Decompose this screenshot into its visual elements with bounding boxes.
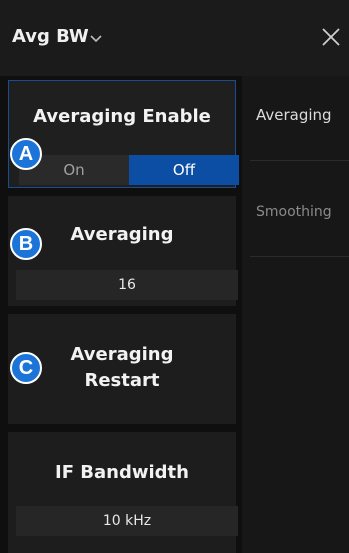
if-bandwidth-value[interactable]: 10 kHz: [16, 506, 238, 536]
averaging-restart-softkey[interactable]: Averaging Restart: [8, 314, 236, 424]
callout-badge-c: C: [10, 352, 42, 384]
panel-title: Avg BW: [12, 26, 89, 47]
if-bandwidth-softkey[interactable]: IF Bandwidth 10 kHz: [8, 432, 238, 553]
averaging-enable-label: Averaging Enable: [33, 106, 211, 127]
averaging-restart-label-line2: Restart: [84, 370, 160, 391]
averaging-softkey[interactable]: Averaging 16: [8, 196, 238, 306]
right-item-averaging[interactable]: Averaging: [256, 106, 332, 124]
right-panel: Averaging Smoothing: [242, 76, 349, 553]
averaging-enable-softkey[interactable]: Averaging Enable On Off: [8, 80, 239, 188]
if-bandwidth-label: IF Bandwidth: [55, 462, 189, 483]
close-icon[interactable]: [318, 24, 344, 50]
averaging-restart-label-line1: Averaging: [70, 344, 174, 365]
averaging-value[interactable]: 16: [16, 270, 238, 300]
chevron-down-icon[interactable]: [88, 30, 104, 46]
divider: [250, 160, 349, 161]
averaging-enable-toggle[interactable]: On Off: [19, 155, 239, 185]
callout-badge-b: B: [10, 228, 42, 260]
divider: [250, 256, 349, 257]
toggle-off-option[interactable]: Off: [129, 155, 239, 185]
averaging-label: Averaging: [70, 224, 174, 245]
right-item-smoothing[interactable]: Smoothing: [256, 204, 332, 220]
panel-header: Avg BW: [0, 0, 349, 76]
callout-badge-a: A: [10, 138, 42, 170]
